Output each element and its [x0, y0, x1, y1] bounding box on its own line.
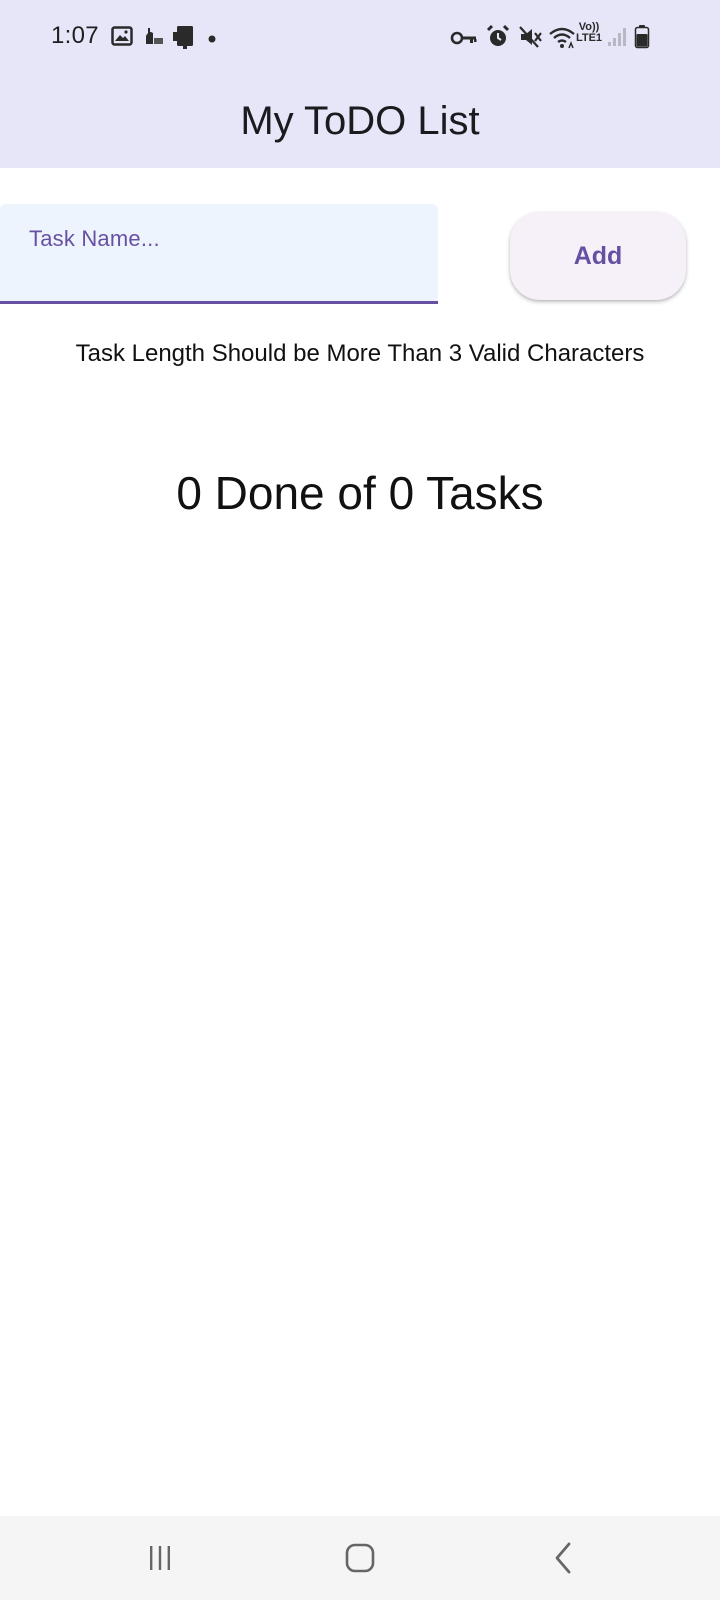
- screen: 1:07 Vo)) LTE1 My ToDO List Task Name...…: [0, 0, 720, 1600]
- task-summary: 0 Done of 0 Tasks: [176, 467, 544, 519]
- signal-icon: [608, 28, 626, 46]
- add-button[interactable]: Add: [510, 212, 686, 300]
- recents-button[interactable]: [100, 1516, 220, 1600]
- cast-icon: [173, 26, 193, 49]
- recents-icon: [150, 1546, 170, 1570]
- wifi-icon: [549, 27, 575, 49]
- task-name-input[interactable]: [0, 204, 438, 301]
- vpn-key-icon: [450, 31, 477, 45]
- mute-icon: [519, 26, 542, 48]
- app-bar: My ToDO List: [0, 78, 720, 168]
- top-area: 1:07 Vo)) LTE1 My ToDO List: [0, 0, 720, 168]
- status-right-icons: Vo)) LTE1: [450, 22, 670, 54]
- network-label-bottom: LTE1: [575, 32, 603, 44]
- home-button[interactable]: [300, 1516, 420, 1600]
- task-name-field[interactable]: Task Name...: [0, 204, 438, 304]
- dot-icon: [208, 35, 216, 43]
- back-icon: [555, 1542, 571, 1574]
- status-bar: 1:07 Vo)) LTE1: [0, 0, 720, 78]
- page-title: My ToDO List: [240, 98, 480, 143]
- navigation-bar: [0, 1516, 720, 1600]
- gallery-icon: [111, 26, 133, 46]
- notification-icon: [146, 28, 163, 44]
- status-time: 1:07: [51, 22, 99, 49]
- add-button-label: Add: [573, 241, 623, 270]
- back-button[interactable]: [504, 1516, 624, 1600]
- volte-icon: Vo)) LTE1: [574, 22, 604, 44]
- battery-icon: [634, 25, 650, 49]
- home-icon: [345, 1543, 375, 1573]
- alarm-icon: [486, 24, 510, 46]
- validation-hint: Task Length Should be More Than 3 Valid …: [75, 340, 645, 367]
